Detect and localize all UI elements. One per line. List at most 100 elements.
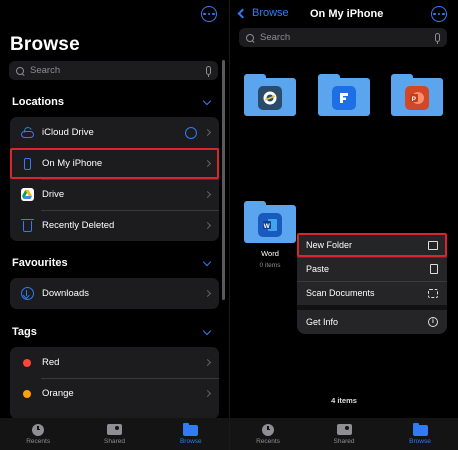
sidebar-item-drive[interactable]: Drive (10, 179, 219, 210)
sidebar-item-label: Downloads (42, 288, 89, 299)
sidebar-item-label: Recently Deleted (42, 220, 115, 231)
menu-item-label: Scan Documents (306, 288, 375, 298)
tab-recents[interactable]: Recents (8, 423, 68, 445)
menu-item-get-info[interactable]: Get Info i (297, 310, 447, 334)
word-icon: W (258, 213, 282, 237)
more-options-icon[interactable] (431, 6, 447, 22)
sidebar-item-on-my-iphone[interactable]: On My iPhone (10, 148, 219, 179)
locations-list: iCloud Drive On My iPhone Drive Recently… (10, 117, 219, 241)
svg-text:W: W (264, 223, 271, 230)
new-folder-icon (428, 240, 438, 250)
tab-bar: Recents Shared Browse (230, 418, 458, 450)
section-title: Tags (12, 326, 37, 338)
tag-item-orange[interactable]: Orange (10, 378, 219, 409)
tag-color-dot (23, 389, 31, 398)
search-input[interactable]: Search (9, 61, 218, 80)
svg-text:P: P (412, 96, 417, 103)
shared-folder-icon (106, 424, 122, 435)
sidebar-item-recently-deleted[interactable]: Recently Deleted (10, 210, 219, 241)
menu-item-paste[interactable]: Paste (297, 257, 447, 281)
search-placeholder: Search (260, 32, 291, 43)
context-menu: New Folder Paste Scan Documents Get Info… (297, 233, 447, 334)
tag-label: Orange (42, 388, 74, 399)
chevron-right-icon (203, 190, 212, 199)
tags-list: Red Orange (10, 347, 219, 419)
browse-sidebar-pane: Browse Search Locations iCloud Drive On … (0, 0, 229, 450)
tab-bar: Recents Shared Browse (0, 418, 229, 450)
chevron-right-icon (203, 358, 212, 367)
tab-recents[interactable]: Recents (238, 423, 298, 445)
chevron-left-icon (237, 8, 248, 18)
tab-browse[interactable]: Browse (161, 423, 221, 445)
tag-label: Red (42, 357, 60, 368)
sidebar-item-label: On My iPhone (42, 158, 103, 169)
tags-header[interactable]: Tags (12, 326, 212, 338)
tab-label: Browse (409, 438, 431, 445)
folder-item-count: 0 items (259, 262, 281, 269)
search-placeholder: Search (30, 65, 61, 76)
scan-icon (428, 288, 438, 298)
folder-icon (183, 423, 199, 436)
chevron-right-icon (203, 159, 212, 168)
tab-label: Recents (26, 438, 51, 445)
tab-label: Recents (256, 438, 280, 445)
menu-item-scan-documents[interactable]: Scan Documents (297, 281, 447, 305)
tab-label: Browse (179, 438, 202, 445)
cloud-icon (20, 130, 34, 138)
download-icon (20, 287, 34, 300)
tab-shared[interactable]: Shared (84, 423, 144, 445)
ibis-paint-icon (258, 86, 282, 110)
search-icon (16, 66, 24, 75)
favourites-header[interactable]: Favourites (12, 257, 212, 269)
folder-wps-office[interactable] (318, 74, 370, 116)
chevron-right-icon (203, 128, 212, 137)
clock-icon (262, 423, 274, 436)
tab-label: Shared (104, 438, 125, 445)
chevron-right-icon (203, 289, 212, 298)
section-title: Locations (12, 96, 64, 108)
info-icon: i (428, 317, 438, 327)
sidebar-item-label: Drive (42, 189, 65, 200)
folder-content-pane: Browse On My iPhone Search P W Word 0 it… (230, 0, 458, 450)
google-drive-icon (20, 188, 34, 201)
favourites-list: Downloads (10, 278, 219, 309)
sidebar-item-icloud-drive[interactable]: iCloud Drive (10, 117, 219, 148)
search-icon (246, 33, 254, 42)
sidebar-item-downloads[interactable]: Downloads (10, 278, 219, 309)
item-count: 4 items (331, 396, 357, 405)
tag-color-dot (23, 358, 31, 367)
wps-office-icon (332, 86, 356, 110)
folder-icon (412, 423, 428, 436)
menu-item-label: Paste (306, 264, 330, 274)
microphone-icon[interactable] (206, 66, 211, 77)
paste-icon (430, 264, 438, 274)
chevron-right-icon (203, 221, 212, 230)
menu-item-new-folder[interactable]: New Folder (297, 233, 447, 257)
search-input[interactable]: Search (239, 28, 447, 47)
folder-word[interactable]: W (244, 201, 296, 243)
locations-header[interactable]: Locations (12, 96, 212, 108)
menu-item-label: Get Info (306, 317, 339, 327)
clock-icon (32, 423, 45, 436)
chevron-right-icon (203, 389, 212, 398)
tab-browse[interactable]: Browse (390, 423, 450, 445)
more-options-icon[interactable] (201, 6, 217, 22)
page-title: On My iPhone (310, 8, 384, 20)
sidebar-item-label: iCloud Drive (42, 127, 94, 138)
section-title: Favourites (12, 257, 68, 269)
powerpoint-icon: P (405, 86, 429, 110)
folder-ibis-paint[interactable] (244, 74, 296, 116)
menu-item-label: New Folder (306, 240, 353, 250)
folder-powerpoint[interactable]: P (391, 74, 443, 116)
back-button[interactable]: Browse (236, 7, 289, 19)
phone-icon (23, 157, 31, 170)
microphone-icon[interactable] (435, 33, 440, 44)
chevron-down-icon (202, 326, 212, 335)
scrollbar[interactable] (222, 60, 225, 300)
tab-shared[interactable]: Shared (314, 423, 374, 445)
trash-icon (20, 219, 34, 232)
sync-progress-icon (185, 126, 197, 139)
tag-item-red[interactable]: Red (10, 347, 219, 378)
chevron-down-icon (202, 257, 212, 266)
tab-label: Shared (333, 438, 355, 445)
